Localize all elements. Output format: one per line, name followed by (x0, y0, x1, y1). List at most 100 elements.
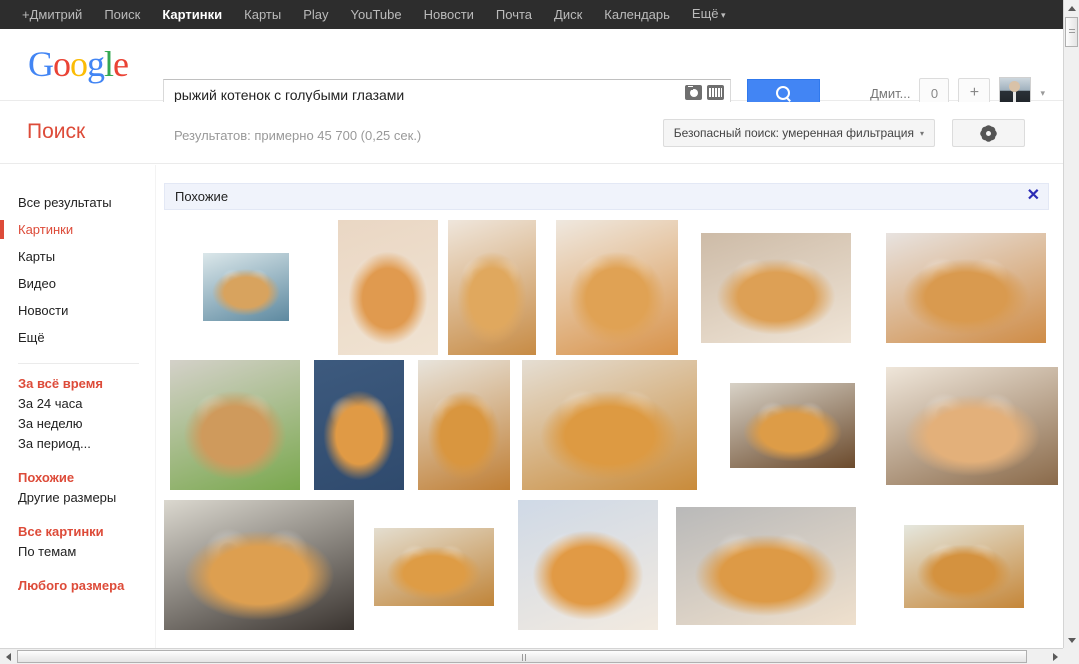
scroll-left-arrow-icon[interactable] (0, 649, 16, 664)
sidebar-group-1-sub-0[interactable]: Другие размеры (0, 488, 155, 508)
topnav-item-8[interactable]: Диск (554, 0, 582, 29)
sidebar-group-2: Все картинки По темам (0, 522, 155, 562)
image-thumbnail-fluffy-ginger-persian-kitten[interactable] (556, 220, 678, 355)
scrollbar-corner (1063, 648, 1079, 664)
thumbnail-image (886, 233, 1046, 343)
image-thumbnail-ginger-cat-on-scratching-post[interactable] (374, 528, 494, 606)
close-icon[interactable]: ✕ (1027, 187, 1040, 205)
image-thumbnail-fluffy-ginger-cat-lying[interactable] (701, 233, 851, 343)
sidebar-group-head-2[interactable]: Все картинки (0, 522, 155, 542)
thumbnail-image (374, 528, 494, 606)
sidebar-group-head-3[interactable]: Любого размера (0, 576, 155, 596)
thumbnail-image (518, 500, 658, 630)
sidebar-group-0-sub-1[interactable]: За неделю (0, 414, 155, 434)
thumbnail-image (314, 360, 404, 490)
sidebar-item-3[interactable]: Видео (0, 270, 155, 297)
google-top-nav: +Дмитрий Поиск Картинки Карты Play YouTube Нов… (0, 0, 1063, 29)
chevron-down-icon[interactable]: ▾ (1040, 88, 1045, 99)
topnav-item-1[interactable]: Поиск (104, 0, 140, 29)
thumbnail-image (701, 233, 851, 343)
image-thumbnail-ginger-cat-sleeping-on-floor[interactable] (522, 360, 697, 490)
topnav-item-2[interactable]: Картинки (162, 0, 222, 29)
sidebar-group-0: За всё время За 24 часа За неделю За период… (0, 374, 155, 454)
image-thumbnail-ginger-cat-lying-with-kitten[interactable] (338, 220, 438, 355)
logo-letter-e: e (113, 44, 129, 84)
image-thumbnail-ginger-kitten-lying-on-white[interactable] (904, 525, 1024, 608)
thumbnail-image (448, 220, 536, 355)
safesearch-label: Безопасный поиск: умеренная фильтрация (673, 126, 914, 140)
safesearch-dropdown[interactable]: Безопасный поиск: умеренная фильтрация ▾ (662, 119, 935, 147)
image-thumbnail-ginger-kitten-sitting-blue-background[interactable] (314, 360, 404, 490)
thumbnail-image (904, 525, 1024, 608)
sidebar-group-2-sub-0[interactable]: По темам (0, 542, 155, 562)
scroll-down-arrow-icon[interactable] (1064, 632, 1079, 648)
results-panel: Похожие ✕ (155, 165, 1063, 653)
image-thumbnail-ginger-kitten-on-blue-floor[interactable] (203, 253, 289, 321)
thumbnail-image (418, 360, 510, 490)
sidebar-group-head-0[interactable]: За всё время (0, 374, 155, 394)
thumbnail-image (164, 500, 354, 630)
account-name[interactable]: Дмит... (870, 86, 910, 101)
image-thumbnail-ginger-kitten-closeup-face[interactable] (518, 500, 658, 630)
sidebar-group-0-sub-2[interactable]: За период... (0, 434, 155, 454)
thumbnail-image (730, 383, 855, 468)
topnav-item-9[interactable]: Календарь (604, 0, 670, 29)
sidebar-group-head-1[interactable]: Похожие (0, 468, 155, 488)
image-row-0 (156, 215, 1063, 355)
logo-letter-g1: G (28, 44, 54, 84)
google-logo[interactable]: Google (28, 43, 129, 85)
search-box-icons (685, 85, 724, 100)
image-thumbnail-two-ginger-kittens-nuzzling[interactable] (676, 507, 856, 625)
result-stats: Результатов: примерно 45 700 (0,25 сек.) (174, 128, 422, 143)
sidebar-item-5[interactable]: Ещё (0, 324, 155, 351)
chevron-down-icon: ▾ (919, 128, 924, 138)
keyboard-icon[interactable] (707, 85, 724, 100)
image-thumbnail-ginger-kitten-looking-up[interactable] (418, 360, 510, 490)
topnav-item-7[interactable]: Почта (496, 0, 532, 29)
sidebar-item-2[interactable]: Карты (0, 243, 155, 270)
horizontal-scrollbar[interactable] (0, 648, 1079, 664)
scroll-up-arrow-icon[interactable] (1064, 0, 1079, 16)
topnav-item-5[interactable]: YouTube (351, 0, 402, 29)
logo-letter-o2: o (70, 44, 88, 84)
image-row-2 (156, 495, 1063, 635)
image-thumbnail-two-ginger-cats-sleeping-on-bed[interactable] (886, 367, 1058, 485)
vertical-scrollbar[interactable] (1063, 0, 1079, 648)
related-header-title: Похожие (175, 189, 229, 204)
thumbnail-image (522, 360, 697, 490)
image-thumbnail-ginger-tabby-cat-portrait[interactable] (730, 383, 855, 468)
logo-letter-g2: g (87, 44, 105, 84)
page-title: Поиск (27, 120, 86, 143)
image-results-grid (156, 215, 1063, 635)
topnav-item-6[interactable]: Новости (424, 0, 474, 29)
thumbnail-image (556, 220, 678, 355)
thumbnail-image (676, 507, 856, 625)
image-thumbnail-fluffy-ginger-persian-cat-by-window[interactable] (170, 360, 300, 490)
search-icon (776, 86, 790, 100)
topnav-item-0[interactable]: +Дмитрий (22, 0, 82, 29)
topnav-item-10[interactable]: Ещё (692, 0, 726, 30)
settings-button[interactable] (952, 119, 1025, 147)
browser-page: +Дмитрий Поиск Картинки Карты Play YouTube Нов… (0, 0, 1079, 664)
topnav-item-4[interactable]: Play (303, 0, 328, 29)
thumbnail-image (886, 367, 1058, 485)
search-header: Google Дмит... 0 + ▾ (0, 29, 1063, 109)
logo-letter-o1: o (53, 44, 71, 84)
horizontal-scrollbar-thumb[interactable] (17, 650, 1027, 663)
thumbnail-image (338, 220, 438, 355)
results-subbar: Поиск Результатов: примерно 45 700 (0,25… (0, 102, 1063, 164)
sidebar-item-1[interactable]: Картинки (0, 216, 155, 243)
camera-icon[interactable] (685, 85, 702, 100)
vertical-scrollbar-thumb[interactable] (1065, 17, 1078, 47)
sidebar-group-0-sub-0[interactable]: За 24 часа (0, 394, 155, 414)
image-thumbnail-ginger-kitten-standing-front[interactable] (448, 220, 536, 355)
image-thumbnail-two-ginger-kittens-on-blanket[interactable] (886, 233, 1046, 343)
scroll-right-arrow-icon[interactable] (1047, 649, 1063, 664)
topnav-item-3[interactable]: Карты (244, 0, 281, 29)
image-thumbnail-ginger-cat-and-dog-cuddling[interactable] (164, 500, 354, 630)
sidebar-divider (18, 363, 139, 364)
sidebar-item-4[interactable]: Новости (0, 297, 155, 324)
sidebar-item-0[interactable]: Все результаты (0, 189, 155, 216)
left-sidebar: Все результаты Картинки Карты Видео Новости Е… (0, 165, 155, 653)
related-header: Похожие ✕ (164, 183, 1049, 210)
